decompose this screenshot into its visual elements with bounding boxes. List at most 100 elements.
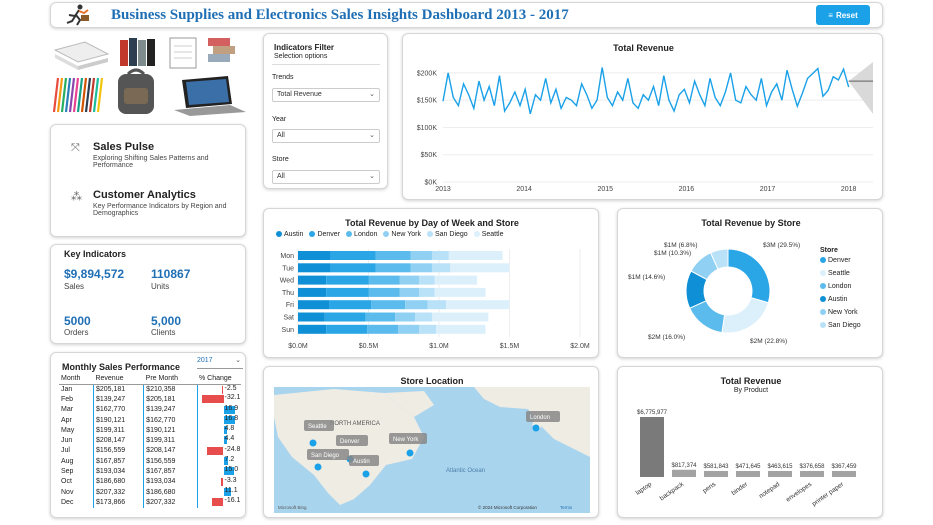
sales-label: Sales bbox=[64, 282, 85, 291]
clients-value: 5,000 bbox=[151, 314, 182, 328]
bar-new-york bbox=[399, 287, 420, 297]
legend-item[interactable]: Seattle bbox=[820, 270, 861, 283]
change-label: -3.3 bbox=[224, 476, 237, 484]
year-label: Year bbox=[272, 116, 287, 123]
change-label: -32.1 bbox=[224, 394, 241, 402]
trends-dropdown[interactable]: Total Revenue ⌄ bbox=[272, 88, 380, 102]
store-location-card: Store Location NORTH AMERICA Atlantic Oc… bbox=[263, 366, 599, 518]
legend-item[interactable]: San Diego bbox=[820, 322, 861, 335]
table-row: Oct $186,680 $193,034 -3.3 bbox=[59, 476, 241, 487]
year-dropdown[interactable]: 2017 ⌄ bbox=[197, 357, 243, 369]
cell-pre: $186,680 bbox=[143, 486, 197, 498]
runner-logo-icon bbox=[66, 4, 89, 26]
customer-analytics-title: Customer Analytics bbox=[93, 189, 196, 201]
cell-pre: $208,147 bbox=[143, 445, 197, 457]
change-label: 4.8 bbox=[224, 425, 235, 433]
table-row: Jan $205,181 $210,358 -2.5 bbox=[59, 384, 241, 395]
store-map[interactable]: NORTH AMERICA Atlantic Ocean Seattle Den… bbox=[274, 387, 590, 513]
key-indicators-card: Key Indicators $9,894,572 Sales 110867 U… bbox=[50, 244, 246, 344]
product-bar bbox=[672, 469, 696, 477]
trend-icon: ⤧ bbox=[71, 142, 80, 154]
legend-label: Austin bbox=[828, 296, 848, 303]
cell-pre: $167,857 bbox=[143, 466, 197, 477]
product-category-label: notepad bbox=[758, 481, 782, 500]
svg-text:Austin: Austin bbox=[353, 459, 370, 465]
legend-item[interactable]: London bbox=[820, 283, 861, 296]
bar-london bbox=[371, 300, 406, 310]
sales-value: $9,894,572 bbox=[64, 267, 125, 281]
cell-change: 7.2 bbox=[196, 456, 241, 467]
y-category-label: Thu bbox=[282, 290, 294, 297]
store-dropdown[interactable]: All ⌄ bbox=[272, 170, 380, 184]
change-label: -16.1 bbox=[224, 497, 241, 505]
customer-analytics-link[interactable]: ⁂ Customer Analytics Key Performance Ind… bbox=[71, 188, 241, 228]
product-category-label: backpack bbox=[659, 480, 686, 502]
legend-item[interactable]: Denver bbox=[820, 257, 861, 270]
change-bar bbox=[201, 395, 224, 404]
table-row: Jul $156,559 $208,147 -24.8 bbox=[59, 445, 241, 457]
cell-month: Jan bbox=[61, 385, 73, 393]
sales-pulse-link[interactable]: ⤧ Sales Pulse Exploring Shifting Sales P… bbox=[71, 140, 241, 180]
cell-month: Sep bbox=[61, 468, 74, 476]
slice-label: $2M (16.0%) bbox=[648, 334, 685, 341]
cell-month: Nov bbox=[61, 488, 74, 496]
x-tick-label: $1.5M bbox=[500, 343, 520, 350]
column-header: Pre Month bbox=[143, 373, 197, 385]
product-category-label: pens bbox=[702, 480, 718, 494]
sales-pulse-title: Sales Pulse bbox=[93, 141, 155, 153]
y-tick-label: $200K bbox=[417, 70, 438, 77]
cell-pre: $193,034 bbox=[143, 476, 197, 487]
legend-dot bbox=[820, 322, 826, 329]
year-filter-dropdown[interactable]: All ⌄ bbox=[272, 129, 380, 143]
bar-austin bbox=[298, 324, 327, 334]
chevron-down-icon: ⌄ bbox=[369, 173, 375, 180]
reset-button[interactable]: ≡ Reset bbox=[816, 5, 870, 25]
map-terms-link[interactable]: Terms bbox=[560, 505, 573, 510]
table-row: May $199,311 $190,121 4.8 bbox=[59, 425, 241, 436]
svg-text:San Diego: San Diego bbox=[311, 453, 340, 459]
bar-denver bbox=[326, 275, 369, 285]
product-category-label: laptop bbox=[635, 481, 654, 497]
cell-month: Apr bbox=[61, 416, 72, 424]
y-tick-label: $100K bbox=[417, 125, 438, 132]
bar-denver bbox=[326, 324, 368, 334]
change-label: -24.8 bbox=[224, 445, 241, 453]
table-row: Nov $207,332 $186,680 11.1 bbox=[59, 486, 241, 498]
donut-legend-title: Store bbox=[820, 247, 838, 254]
legend-item[interactable]: New York bbox=[820, 309, 861, 322]
table-header-row: Month Revenue Pre Month% Change bbox=[59, 373, 241, 385]
bar-new-york bbox=[410, 251, 432, 260]
svg-text:New York: New York bbox=[393, 437, 419, 443]
chevron-down-icon: ⌄ bbox=[235, 357, 241, 364]
continent-label: NORTH AMERICA bbox=[330, 421, 380, 427]
product-images bbox=[50, 32, 250, 116]
cell-change: -32.1 bbox=[196, 394, 241, 405]
cell-change: 16.9 bbox=[196, 404, 241, 415]
cell-pre: $156,559 bbox=[143, 456, 197, 467]
units-label: Units bbox=[151, 282, 170, 291]
forecast-band bbox=[848, 62, 873, 114]
slice-denver bbox=[727, 248, 771, 304]
y-category-label: Sun bbox=[282, 327, 295, 334]
cell-month: Aug bbox=[61, 457, 74, 465]
backpack-image bbox=[118, 68, 154, 114]
cell-month: May bbox=[61, 426, 75, 434]
units-value: 110867 bbox=[151, 267, 191, 281]
bar-austin bbox=[298, 287, 327, 297]
envelopes-image bbox=[208, 38, 235, 62]
product-chart-svg: $6,775,977 laptop $817,374 backpack $581,843… bbox=[635, 410, 858, 508]
trends-label: Trends bbox=[272, 74, 294, 81]
revenue-by-store-card: Total Revenue by Store $3M (29.5%) $2M (2… bbox=[617, 208, 883, 358]
cell-month: Dec bbox=[61, 498, 74, 506]
legend-item[interactable]: Austin bbox=[820, 296, 861, 309]
bar-london bbox=[375, 251, 411, 260]
bar-london bbox=[375, 263, 411, 273]
legend-dot bbox=[820, 296, 826, 303]
monthly-sales-table: Month Revenue Pre Month% Change Jan $205,18… bbox=[59, 373, 241, 508]
cell-revenue: $205,181 bbox=[92, 384, 144, 395]
x-tick-label: $2.0M bbox=[570, 343, 590, 350]
table-row: Apr $190,121 $162,770 16.8 bbox=[59, 414, 241, 426]
bar-seattle bbox=[446, 300, 510, 310]
cell-change: -16.1 bbox=[196, 497, 241, 508]
legend-label: San Diego bbox=[828, 322, 861, 329]
